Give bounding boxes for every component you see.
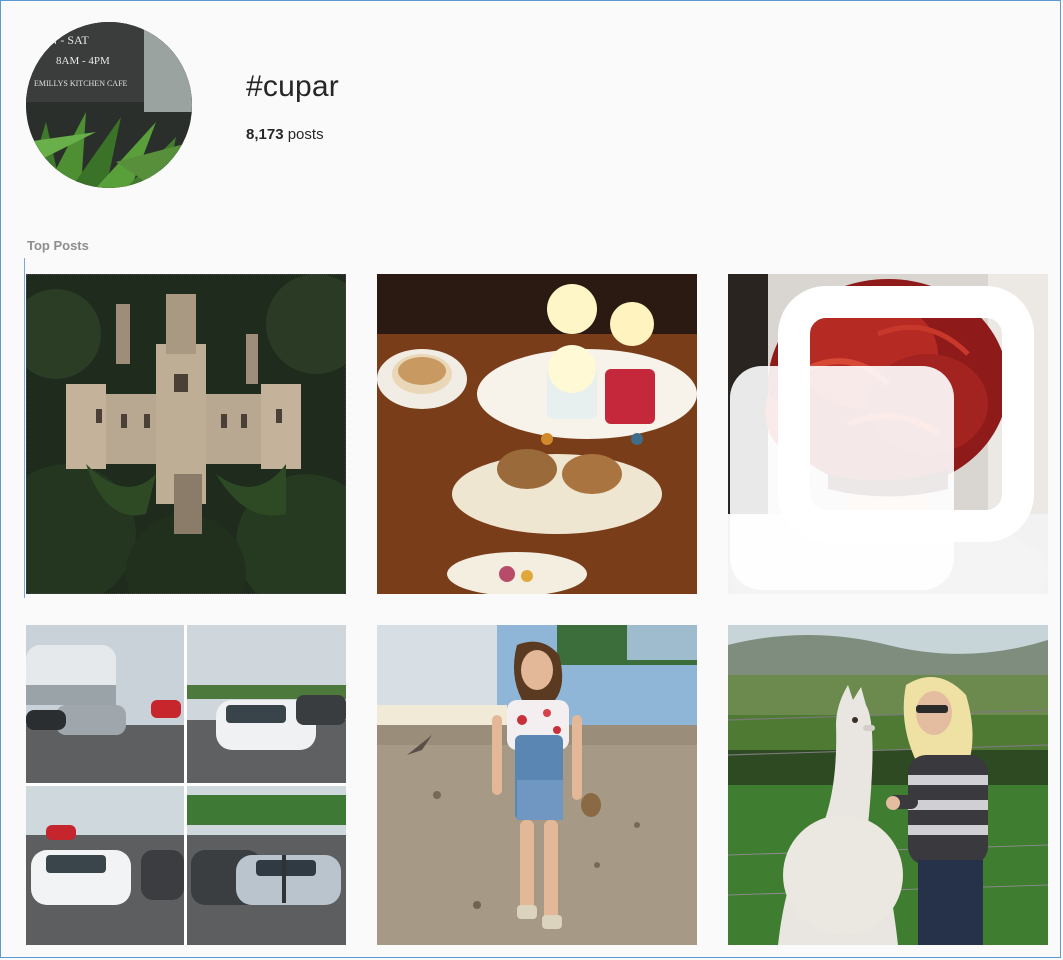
top-posts-grid bbox=[26, 274, 1048, 945]
post-count: 8,173 posts bbox=[246, 126, 324, 143]
post-image-cars bbox=[26, 625, 346, 945]
post-image-llama bbox=[728, 625, 1048, 945]
post-count-suffix: posts bbox=[283, 126, 324, 143]
post-tile-llama[interactable] bbox=[728, 625, 1048, 945]
post-image-woman-overalls bbox=[377, 625, 697, 945]
post-tile-cars[interactable] bbox=[26, 625, 346, 945]
hashtag-avatar: ON - SAT 8AM - 4PM EMILLYS KITCHEN CAFE bbox=[26, 22, 192, 188]
focus-indicator bbox=[24, 258, 25, 598]
svg-text:EMILLYS KITCHEN CAFE: EMILLYS KITCHEN CAFE bbox=[34, 79, 128, 88]
hashtag-title: #cupar bbox=[246, 70, 339, 103]
post-tile-afternoon-tea[interactable] bbox=[377, 274, 697, 594]
post-image-castle bbox=[26, 274, 346, 594]
avatar-image: ON - SAT 8AM - 4PM EMILLYS KITCHEN CAFE bbox=[26, 22, 192, 188]
svg-text:8AM - 4PM: 8AM - 4PM bbox=[56, 55, 110, 67]
top-posts-heading: Top Posts bbox=[27, 238, 89, 253]
post-image-afternoon-tea bbox=[377, 274, 697, 594]
post-tile-woman-overalls[interactable] bbox=[377, 625, 697, 945]
post-tile-castle[interactable] bbox=[26, 274, 346, 594]
multiple-photos-icon bbox=[730, 286, 1034, 590]
post-count-number: 8,173 bbox=[246, 126, 284, 143]
post-tile-red-hair[interactable] bbox=[728, 274, 1048, 594]
